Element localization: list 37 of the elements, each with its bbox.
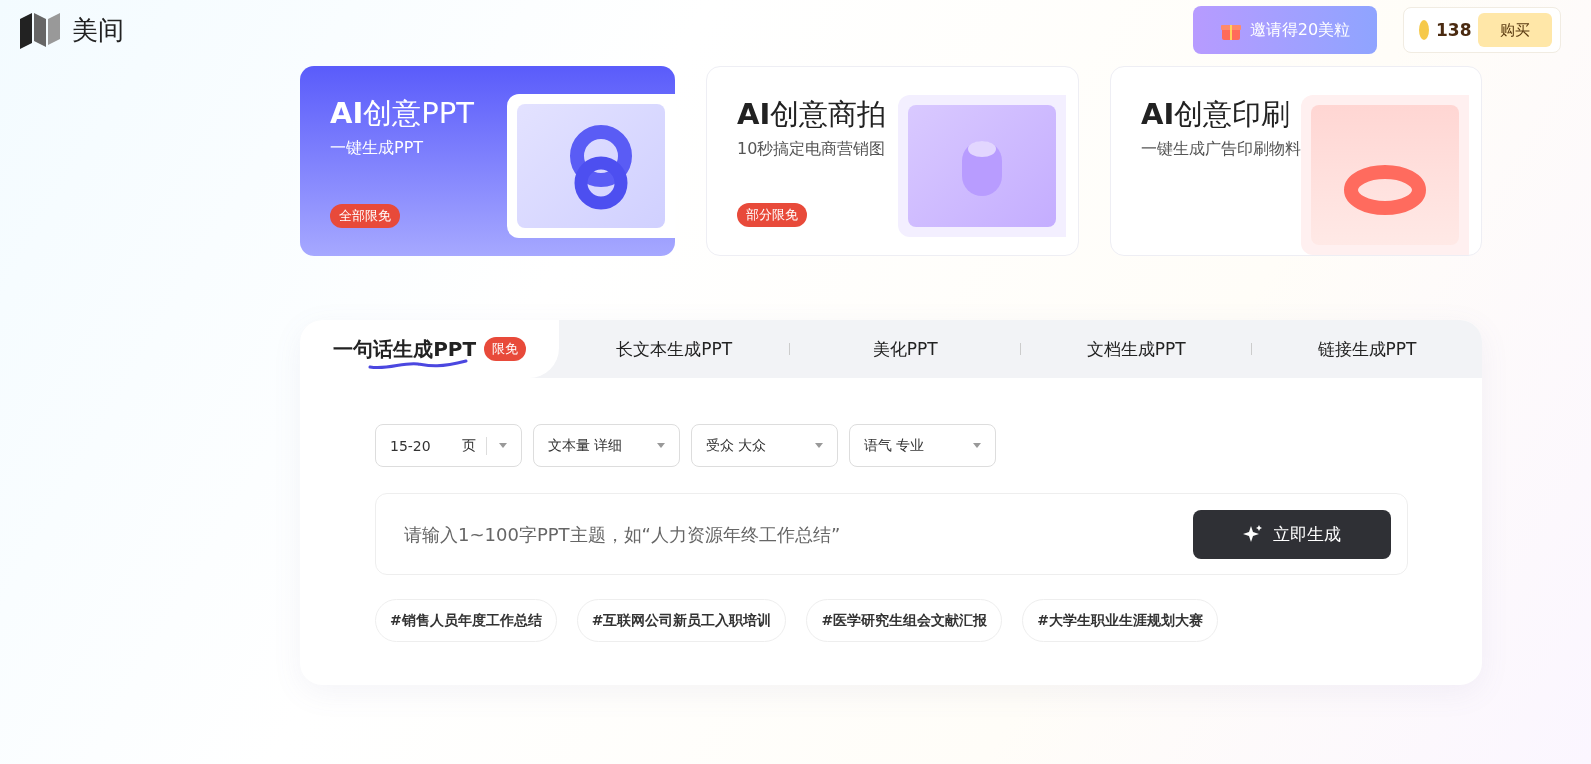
mode-tab[interactable]: 链接生成PPT xyxy=(1252,320,1482,378)
topic-input-field[interactable]: 请输入1~100字PPT主题，如“人力资源年终工作总结” 立即生成 xyxy=(375,493,1408,575)
feature-card[interactable]: AI创意商拍 10秒搞定电商营销图 部分限免 xyxy=(706,66,1079,256)
option-dropdown[interactable]: 15-20 页 xyxy=(375,424,522,467)
feature-card[interactable]: AI创意PPT 一键生成PPT 全部限免 xyxy=(300,66,675,256)
option-dropdown[interactable]: 语气 专业 xyxy=(849,424,996,467)
mode-tab[interactable]: 文档生成PPT xyxy=(1021,320,1252,378)
free-badge: 限免 xyxy=(484,337,527,361)
caret-icon xyxy=(973,443,981,448)
caret-icon xyxy=(657,443,665,448)
topic-tag[interactable]: #销售人员年度工作总结 xyxy=(375,599,557,642)
coin-count: 138 xyxy=(1436,20,1472,40)
coin-icon xyxy=(1418,19,1430,41)
topic-tag[interactable]: #互联网公司新员工入职培训 xyxy=(576,599,787,642)
card-title: AI创意商拍 xyxy=(737,96,888,133)
card-title: AI创意印刷 xyxy=(1141,96,1292,133)
card-subtitle: 一键生成PPT xyxy=(330,138,425,159)
free-badge: 全部限免 xyxy=(330,204,400,228)
topic-tag[interactable]: #医学研究生组会文献汇报 xyxy=(806,599,1003,642)
feature-card[interactable]: AI创意印刷 一键生成广告印刷物料 xyxy=(1110,66,1482,256)
card-subtitle: 10秒搞定电商营销图 xyxy=(737,139,887,160)
generate-button[interactable]: 立即生成 xyxy=(1193,509,1391,559)
topic-tag[interactable]: #大学生职业生涯规划大赛 xyxy=(1022,599,1218,642)
card-subtitle: 一键生成广告印刷物料 xyxy=(1141,139,1301,160)
option-dropdown[interactable]: 文本量 详细 xyxy=(533,424,680,467)
caret-icon xyxy=(499,443,507,448)
mode-tab[interactable]: 一句话生成PPT 限免 xyxy=(300,320,560,378)
option-dropdown[interactable]: 受众 大众 xyxy=(691,424,838,467)
squiggle-underline-icon xyxy=(368,358,468,370)
logo-text: 美间 xyxy=(72,13,124,47)
buy-button[interactable]: 购买 xyxy=(1478,13,1552,47)
mode-tab[interactable]: 美化PPT xyxy=(790,320,1021,378)
card-title: AI创意PPT xyxy=(330,95,475,132)
free-badge: 部分限免 xyxy=(737,203,807,227)
caret-icon xyxy=(815,443,823,448)
mode-tab[interactable]: 长文本生成PPT xyxy=(559,320,790,378)
sparkle-icon xyxy=(1243,524,1263,544)
